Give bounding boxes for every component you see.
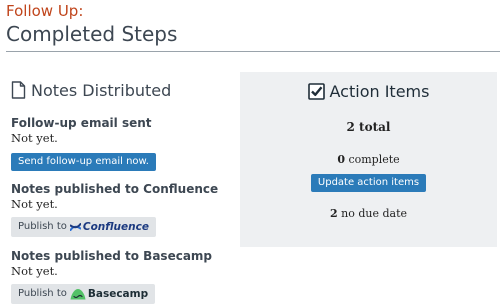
item-status: Not yet. <box>11 197 58 211</box>
basecamp-logo-text: Basecamp <box>87 287 149 300</box>
complete-count-line: 0 complete <box>240 153 497 166</box>
confluence-logo: Confluence <box>69 220 149 233</box>
complete-count: 0 <box>337 153 345 166</box>
action-items-heading: Action Items <box>240 80 497 102</box>
button-label: Publish to <box>18 288 67 299</box>
basecamp-item: Notes published to Basecamp Not yet. Pub… <box>11 249 212 304</box>
total-count-line: 2 total <box>240 120 497 134</box>
header-divider <box>6 51 500 52</box>
no-due-date-line: 2 no due date <box>240 207 497 220</box>
followup-email-item: Follow-up email sent Not yet. Send follo… <box>11 116 156 171</box>
send-followup-email-button[interactable]: Send follow-up email now. <box>11 153 156 171</box>
notes-distributed-heading: Notes Distributed <box>11 78 171 102</box>
basecamp-logo: Basecamp <box>70 288 148 300</box>
item-title: Notes published to Confluence <box>11 182 219 196</box>
item-status: Not yet. <box>11 264 58 278</box>
document-icon <box>11 81 26 99</box>
no-due-count: 2 <box>329 207 338 220</box>
total-label: total <box>359 120 391 134</box>
item-status: Not yet. <box>11 131 58 145</box>
total-count: 2 <box>346 120 355 134</box>
page-kicker: Follow Up: <box>6 2 84 20</box>
update-action-items-button[interactable]: Update action items <box>310 174 427 192</box>
publish-to-confluence-button[interactable]: Publish to Confluence <box>11 216 156 237</box>
confluence-logo-text: Confluence <box>82 220 149 233</box>
checkbox-checked-icon <box>307 82 325 100</box>
notes-distributed-title: Notes Distributed <box>31 80 172 100</box>
action-items-title: Action Items <box>329 81 430 101</box>
item-title: Follow-up email sent <box>11 116 152 130</box>
no-due-label: no due date <box>341 207 408 220</box>
complete-label: complete <box>348 153 400 166</box>
publish-to-basecamp-button[interactable]: Publish to Basecamp <box>11 283 156 304</box>
page-title: Completed Steps <box>6 22 178 46</box>
button-label: Publish to <box>18 221 67 232</box>
confluence-item: Notes published to Confluence Not yet. P… <box>11 182 218 237</box>
action-items-panel: Action Items 2 total 0 complete Update a… <box>240 72 497 247</box>
confluence-icon <box>69 222 81 231</box>
basecamp-icon <box>70 288 86 299</box>
item-title: Notes published to Basecamp <box>11 249 213 263</box>
